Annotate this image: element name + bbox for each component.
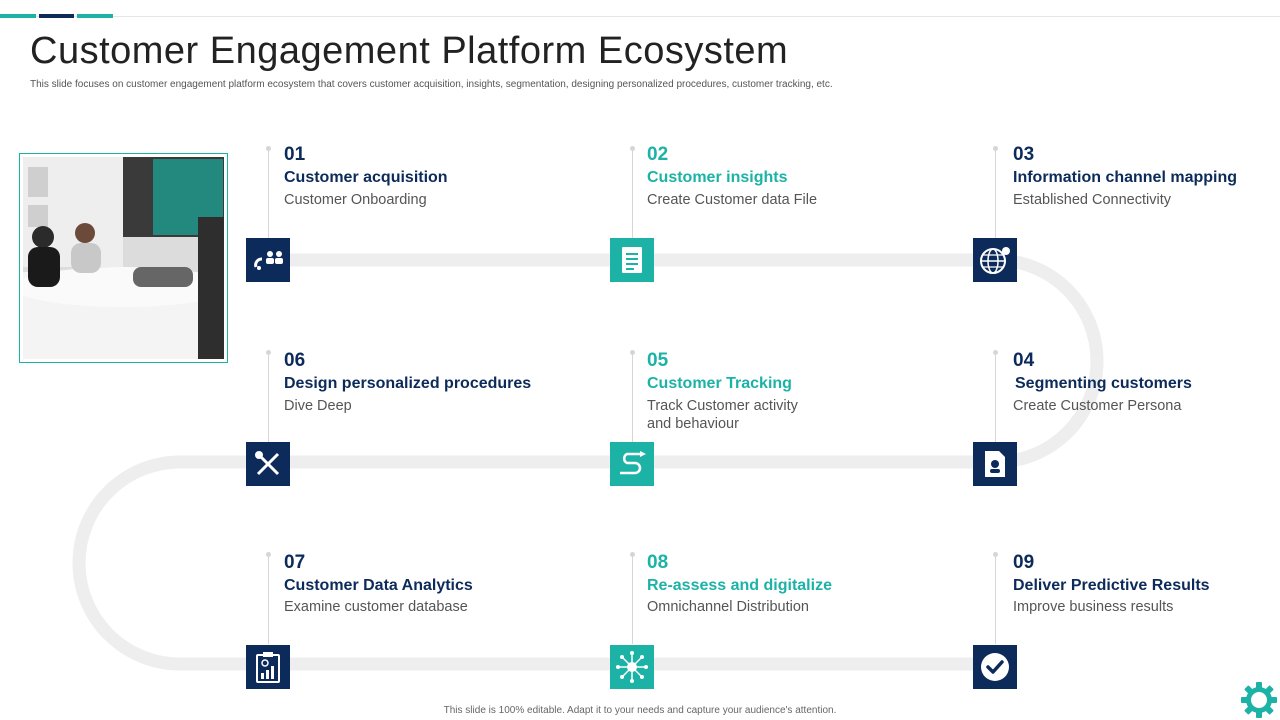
- magnet-users-icon: [246, 238, 290, 282]
- step-title: Design personalized procedures: [284, 375, 532, 392]
- page-title: Customer Engagement Platform Ecosystem: [30, 30, 789, 72]
- step-title: Re-assess and digitalize: [647, 577, 832, 594]
- persona-file-icon: [973, 442, 1017, 486]
- step-description: Create Customer Persona: [1013, 398, 1182, 414]
- connector-line: [632, 554, 633, 644]
- connector-line: [268, 148, 269, 240]
- step-number: 06: [284, 350, 306, 371]
- step-number: 03: [1013, 144, 1035, 165]
- step-number: 02: [647, 144, 669, 165]
- connector-line: [632, 352, 633, 442]
- network-hub-icon: [610, 645, 654, 689]
- step-description: Customer Onboarding: [284, 192, 427, 208]
- step-title: Segmenting customers: [1015, 375, 1192, 392]
- step-title: Customer Data Analytics: [284, 577, 473, 594]
- step-description: Track Customer activity and behaviour: [647, 398, 798, 432]
- accent-bar: [77, 14, 113, 18]
- meeting-photo: [23, 157, 224, 359]
- connector-line: [268, 352, 269, 442]
- step-description: Omnichannel Distribution: [647, 599, 809, 615]
- step-number: 04: [1013, 350, 1035, 371]
- step-number: 07: [284, 552, 306, 573]
- connector-line: [995, 148, 996, 240]
- step-title: Customer insights: [647, 169, 788, 186]
- tools-icon: [246, 442, 290, 486]
- step-title: Information channel mapping: [1013, 169, 1238, 186]
- step-number: 09: [1013, 552, 1035, 573]
- step-description: Create Customer data File: [647, 192, 818, 208]
- step-number: 08: [647, 552, 669, 573]
- step-title: Customer Tracking: [647, 375, 792, 392]
- step-description: Established Connectivity: [1013, 192, 1171, 208]
- step-title: Customer acquisition: [284, 169, 448, 186]
- step-title: Deliver Predictive Results: [1013, 577, 1210, 594]
- footer-note: This slide is 100% editable. Adapt it to…: [443, 705, 837, 716]
- checkmark-icon: [973, 645, 1017, 689]
- analytics-clipboard-icon: [246, 645, 290, 689]
- step-number: 01: [284, 144, 306, 165]
- step-description: Dive Deep: [284, 398, 352, 414]
- connector-line: [995, 554, 996, 644]
- step-description: Examine customer database: [284, 599, 468, 615]
- connector-line: [632, 148, 633, 240]
- document-icon: [610, 238, 654, 282]
- header-divider: [0, 16, 1280, 17]
- connector-line: [268, 554, 269, 644]
- accent-bar: [39, 14, 74, 18]
- globe-pin-icon: [973, 238, 1017, 282]
- accent-bar: [0, 14, 36, 18]
- page-subtitle: This slide focuses on customer engagemen…: [30, 79, 833, 90]
- route-arrow-icon: [610, 442, 654, 486]
- connector-line: [995, 352, 996, 442]
- step-description: Improve business results: [1013, 599, 1174, 615]
- gear-icon: [1241, 682, 1277, 718]
- step-number: 05: [647, 350, 669, 371]
